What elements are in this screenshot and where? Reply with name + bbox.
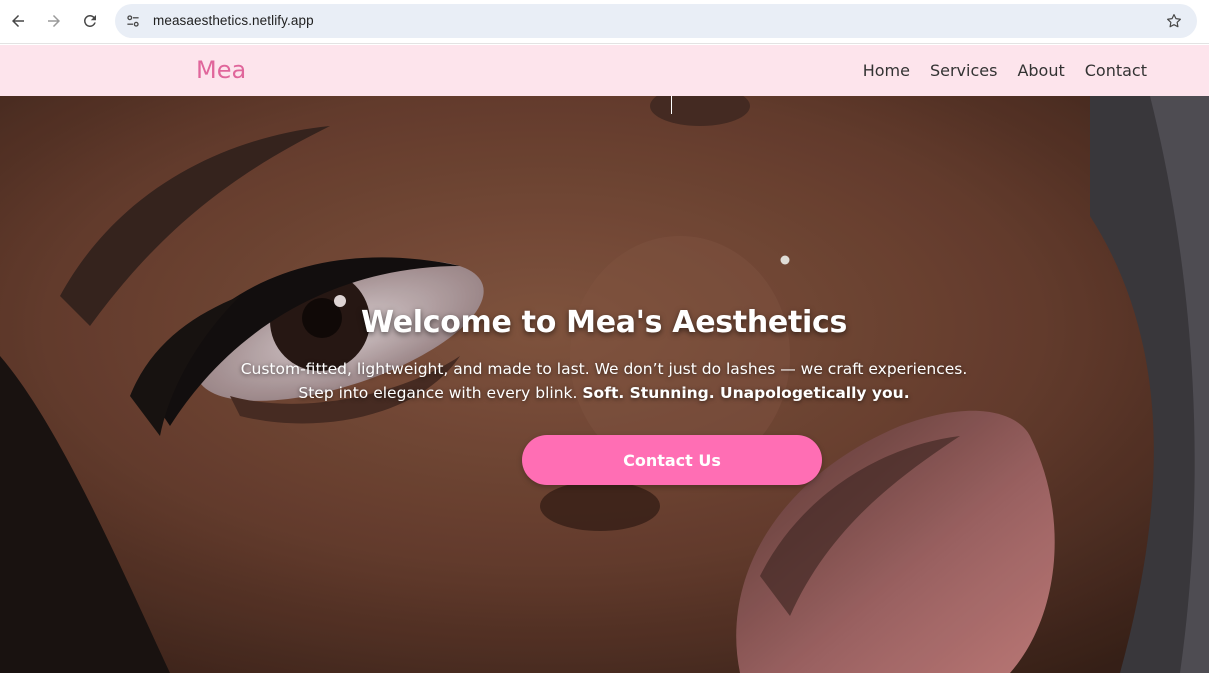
- hero-tagline: Soft. Stunning. Unapologetically you.: [582, 384, 910, 402]
- nav-services[interactable]: Services: [930, 61, 997, 80]
- nav-about[interactable]: About: [1017, 61, 1064, 80]
- reload-icon: [83, 14, 96, 27]
- hero-line-2: Step into elegance with every blink.: [298, 384, 578, 402]
- hero-line-1: Custom-fitted, lightweight, and made to …: [240, 360, 968, 378]
- nav-home[interactable]: Home: [863, 61, 910, 80]
- nav-contact[interactable]: Contact: [1085, 61, 1147, 80]
- star-icon: [1167, 14, 1181, 28]
- back-button[interactable]: [6, 9, 30, 33]
- address-bar[interactable]: measaesthetics.netlify.app: [115, 4, 1197, 38]
- page-bottom-edge: [0, 673, 1209, 677]
- site-logo[interactable]: Mea: [196, 56, 246, 84]
- site-header: Mea Home Services About Contact: [0, 45, 1209, 96]
- bookmark-button[interactable]: [1165, 12, 1183, 30]
- forward-button[interactable]: [42, 9, 66, 33]
- arrow-left-icon: [12, 15, 24, 27]
- browser-toolbar: measaesthetics.netlify.app: [0, 0, 1209, 44]
- hero-description: Custom-fitted, lightweight, and made to …: [0, 357, 1209, 405]
- tune-icon: [127, 15, 139, 27]
- contact-us-button[interactable]: Contact Us: [522, 435, 822, 485]
- reload-button[interactable]: [78, 9, 102, 33]
- hero-title: Welcome to Mea's Aesthetics: [360, 305, 848, 340]
- main-nav: Home Services About Contact: [863, 61, 1147, 80]
- arrow-right-icon: [48, 15, 60, 27]
- url-text[interactable]: measaesthetics.netlify.app: [153, 13, 314, 28]
- text-caret: [671, 96, 672, 114]
- hero-section: Welcome to Mea's Aesthetics Custom-fitte…: [0, 96, 1209, 673]
- site-info-button[interactable]: [124, 12, 142, 30]
